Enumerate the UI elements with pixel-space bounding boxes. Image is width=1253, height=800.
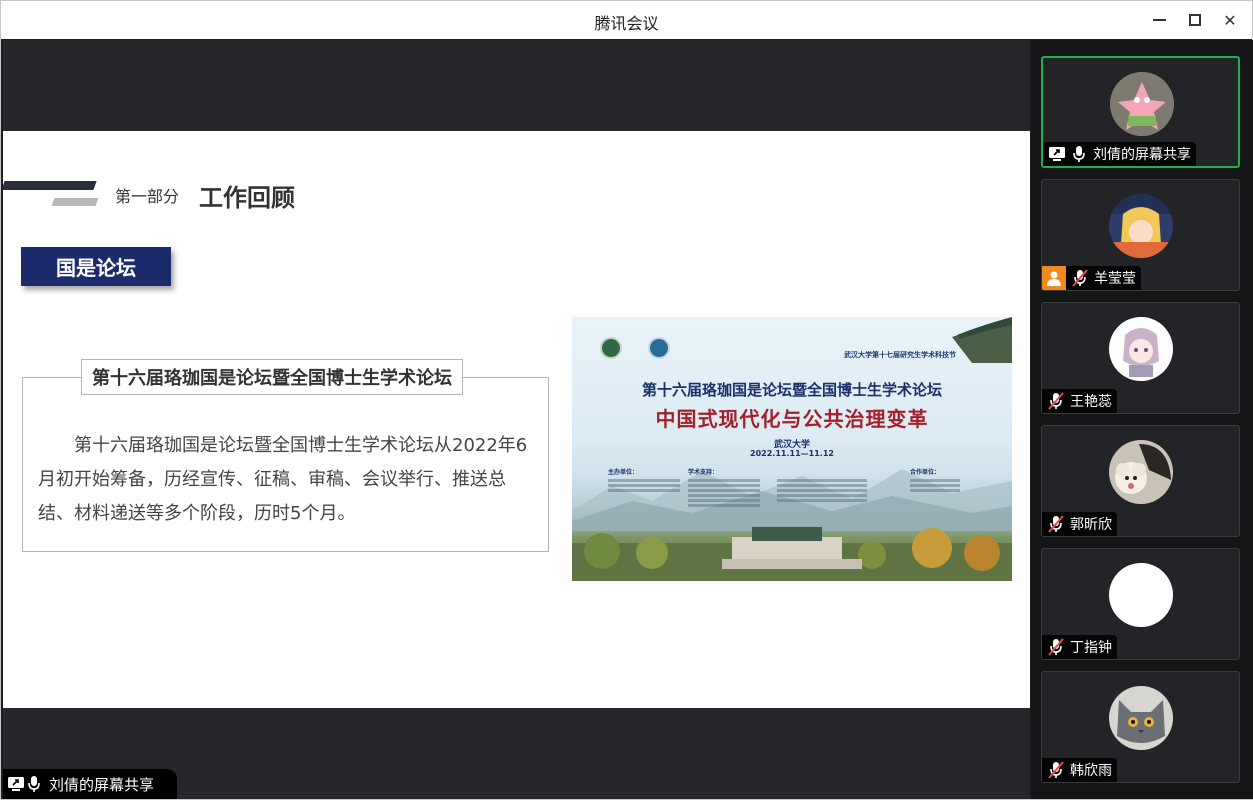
screen-share-badge[interactable]: 刘倩的屏幕共享 (3, 769, 177, 799)
mic-icon (1070, 144, 1088, 164)
mic-muted-icon (1047, 514, 1065, 534)
content-body-text: 第十六届珞珈国是论坛暨全国博士生学术论坛从2022年6月初开始筹备，历经宣传、征… (38, 435, 528, 524)
slide-decoration-bar-gray (51, 198, 99, 206)
participant-tile[interactable]: 郭昕欣 (1041, 425, 1240, 537)
meeting-window: 腾讯会议 ✕ 第一部分 工作回顾 国是论坛 第十六届珞珈国是论坛暨全国博士生学术… (0, 0, 1253, 800)
participant-sidebar: 刘倩的屏幕共享 羊莹莹 王艳蕊 郭昕欣 丁指钟 韩欣雨 (1031, 40, 1253, 799)
poster-column-partners: 合作单位： (910, 467, 990, 494)
avatar (1109, 440, 1173, 504)
participant-name-bar: 郭昕欣 (1042, 512, 1117, 536)
poster-theme: 中国式现代化与公共治理变革 (655, 407, 929, 431)
slide-decoration-bar (3, 181, 97, 190)
participant-tile[interactable]: 羊莹莹 (1041, 179, 1240, 291)
poster-date: 2022.11.11—11.12 (750, 449, 834, 458)
participant-name-bar: 韩欣雨 (1042, 758, 1117, 782)
institute-logo-icon (648, 337, 670, 359)
poster-column-hosts: 主办单位： (608, 467, 688, 494)
participant-name-bar: 丁指钟 (1042, 635, 1117, 659)
participant-tile[interactable]: 韩欣雨 (1041, 671, 1240, 783)
title-bar: 腾讯会议 ✕ (1, 1, 1252, 39)
avatar (1109, 563, 1173, 627)
participant-name: 羊莹莹 (1094, 271, 1136, 287)
participant-tile[interactable]: 刘倩的屏幕共享 (1041, 56, 1240, 168)
minimize-button[interactable] (1148, 9, 1170, 31)
poster-pavilion-roof (952, 317, 1012, 363)
window-title: 腾讯会议 (594, 14, 659, 33)
participant-name-bar: 羊莹莹 (1042, 266, 1141, 290)
mic-muted-icon (1071, 268, 1089, 288)
whu-logo-icon (600, 337, 622, 359)
minimize-icon (1152, 19, 1166, 21)
mic-muted-icon (1047, 391, 1065, 411)
user-icon (1042, 266, 1066, 290)
close-button[interactable]: ✕ (1219, 9, 1241, 31)
section-label: 第一部分 (115, 187, 180, 206)
content-box-title: 第十六届珞珈国是论坛暨全国博士生学术论坛 (81, 359, 463, 395)
participant-name: 丁指钟 (1070, 640, 1112, 656)
screen-share-icon (1048, 144, 1066, 164)
participant-tile[interactable]: 丁指钟 (1041, 548, 1240, 660)
participant-name: 郭昕欣 (1070, 517, 1112, 533)
avatar (1109, 317, 1173, 381)
participant-name: 王艳蕊 (1070, 394, 1112, 410)
avatar (1110, 72, 1174, 136)
close-icon: ✕ (1223, 10, 1237, 30)
participant-name-bar: 刘倩的屏幕共享 (1043, 142, 1196, 166)
mic-icon (25, 774, 43, 794)
screen-share-label: 刘倩的屏幕共享 (49, 775, 155, 794)
maximize-button[interactable] (1184, 9, 1206, 31)
participant-name: 刘倩的屏幕共享 (1093, 147, 1191, 163)
maximize-icon (1189, 14, 1201, 26)
participant-tile[interactable]: 王艳蕊 (1041, 302, 1240, 414)
screen-share-icon (7, 774, 25, 794)
screen-share-view[interactable]: 第一部分 工作回顾 国是论坛 第十六届珞珈国是论坛暨全国博士生学术论坛 第十六届… (3, 40, 1030, 799)
poster-column-heading: 学术支持： (688, 469, 719, 476)
poster-campus-scene (572, 527, 1012, 581)
poster-headline: 第十六届珞珈国是论坛暨全国博士生学术论坛 (641, 381, 942, 399)
poster-column-support-2 (777, 477, 867, 504)
mic-muted-icon (1047, 760, 1065, 780)
participant-name-bar: 王艳蕊 (1042, 389, 1117, 413)
poster-column-heading: 合作单位： (910, 469, 941, 476)
avatar (1109, 686, 1173, 750)
forum-poster-image: 武汉大学第十七届研究生学术科技节 第十六届珞珈国是论坛暨全国博士生学术论坛 中国… (572, 317, 1012, 581)
forum-badge: 国是论坛 (21, 247, 171, 286)
presentation-slide: 第一部分 工作回顾 国是论坛 第十六届珞珈国是论坛暨全国博士生学术论坛 第十六届… (3, 131, 1030, 708)
mic-muted-icon (1047, 637, 1065, 657)
avatar (1109, 194, 1173, 258)
poster-subtitle: 武汉大学第十七届研究生学术科技节 (844, 351, 956, 359)
poster-column-support: 学术支持： (688, 467, 768, 509)
participant-name: 韩欣雨 (1070, 763, 1112, 779)
poster-column-heading: 主办单位： (608, 469, 639, 476)
section-title: 工作回顾 (199, 184, 295, 212)
